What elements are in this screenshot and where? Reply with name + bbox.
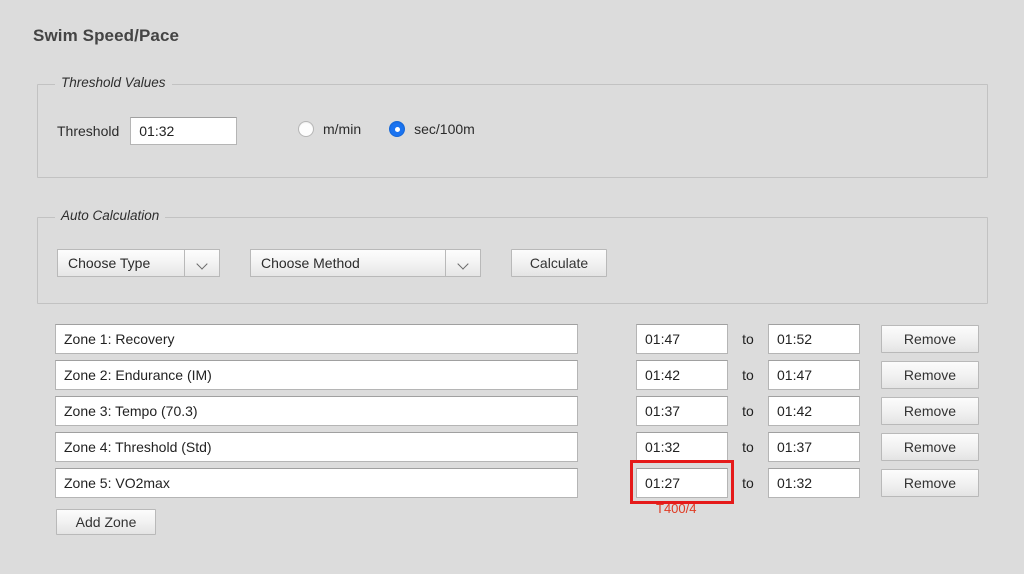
threshold-input[interactable]: 01:32 (130, 117, 237, 145)
zone-range-from-input[interactable]: 01:47 (636, 324, 728, 354)
table-row: Zone 5: VO2max 01:27 to 01:32 Remove (55, 468, 979, 498)
zone-range-from-input[interactable]: 01:27 (636, 468, 728, 498)
zone-range-to-input[interactable]: 01:52 (768, 324, 860, 354)
table-row: Zone 3: Tempo (70.3) 01:37 to 01:42 Remo… (55, 396, 979, 426)
table-row: Zone 2: Endurance (IM) 01:42 to 01:47 Re… (55, 360, 979, 390)
threshold-values-legend: Threshold Values (55, 75, 172, 90)
auto-calculation-controls: Choose Type Choose Method Calculate (57, 249, 607, 277)
zone-name-input[interactable]: Zone 5: VO2max (55, 468, 578, 498)
zone-name-input[interactable]: Zone 2: Endurance (IM) (55, 360, 578, 390)
highlighted-field-marker: 01:27 (636, 468, 728, 498)
range-separator-label: to (728, 331, 768, 347)
table-row: Zone 1: Recovery 01:47 to 01:52 Remove (55, 324, 979, 354)
zone-range: 01:27 to 01:32 Remove (636, 468, 979, 498)
annotation-label: T400/4 (656, 501, 696, 516)
zone-range-from-input[interactable]: 01:42 (636, 360, 728, 390)
range-separator-label: to (728, 403, 768, 419)
auto-calculation-legend: Auto Calculation (55, 208, 165, 223)
zone-range-from-input[interactable]: 01:37 (636, 396, 728, 426)
zone-range-from-input[interactable]: 01:32 (636, 432, 728, 462)
calculate-button[interactable]: Calculate (511, 249, 607, 277)
remove-zone-button[interactable]: Remove (881, 397, 979, 425)
remove-zone-button[interactable]: Remove (881, 469, 979, 497)
zone-range-to-input[interactable]: 01:37 (768, 432, 860, 462)
radio-label-m-min: m/min (323, 121, 361, 137)
threshold-label: Threshold (57, 123, 119, 139)
zones-list: Zone 1: Recovery 01:47 to 01:52 Remove Z… (55, 324, 979, 504)
choose-method-value[interactable]: Choose Method (250, 249, 446, 277)
choose-type-select[interactable]: Choose Type (57, 249, 220, 277)
remove-zone-button[interactable]: Remove (881, 433, 979, 461)
radio-option-m-min[interactable]: m/min (298, 121, 361, 137)
zone-range: 01:32 to 01:37 Remove (636, 432, 979, 462)
add-zone-button[interactable]: Add Zone (56, 509, 156, 535)
range-separator-label: to (728, 439, 768, 455)
threshold-row: Threshold 01:32 (57, 117, 237, 145)
remove-zone-button[interactable]: Remove (881, 361, 979, 389)
range-separator-label: to (728, 367, 768, 383)
zone-name-input[interactable]: Zone 1: Recovery (55, 324, 578, 354)
radio-unselected-icon[interactable] (298, 121, 314, 137)
radio-label-sec-100m: sec/100m (414, 121, 475, 137)
choose-type-arrow-button[interactable] (185, 249, 220, 277)
zone-range-to-input[interactable]: 01:32 (768, 468, 860, 498)
radio-selected-icon[interactable] (389, 121, 405, 137)
chevron-down-icon (459, 259, 468, 268)
zone-range-to-input[interactable]: 01:47 (768, 360, 860, 390)
page-title: Swim Speed/Pace (33, 26, 179, 46)
zone-name-input[interactable]: Zone 4: Threshold (Std) (55, 432, 578, 462)
choose-type-value[interactable]: Choose Type (57, 249, 185, 277)
zone-name-input[interactable]: Zone 3: Tempo (70.3) (55, 396, 578, 426)
range-separator-label: to (728, 475, 768, 491)
unit-radio-group: m/min sec/100m (298, 121, 475, 137)
choose-method-select[interactable]: Choose Method (250, 249, 481, 277)
zone-range: 01:42 to 01:47 Remove (636, 360, 979, 390)
choose-method-arrow-button[interactable] (446, 249, 481, 277)
remove-zone-button[interactable]: Remove (881, 325, 979, 353)
zone-range: 01:37 to 01:42 Remove (636, 396, 979, 426)
auto-calculation-fieldset: Auto Calculation Choose Type Choose Meth… (37, 217, 988, 304)
table-row: Zone 4: Threshold (Std) 01:32 to 01:37 R… (55, 432, 979, 462)
threshold-values-fieldset: Threshold Values Threshold 01:32 m/min s… (37, 84, 988, 178)
zone-range: 01:47 to 01:52 Remove (636, 324, 979, 354)
radio-option-sec-100m[interactable]: sec/100m (389, 121, 475, 137)
swim-speed-pace-page: Swim Speed/Pace Threshold Values Thresho… (0, 0, 1024, 574)
chevron-down-icon (198, 259, 207, 268)
zone-range-to-input[interactable]: 01:42 (768, 396, 860, 426)
